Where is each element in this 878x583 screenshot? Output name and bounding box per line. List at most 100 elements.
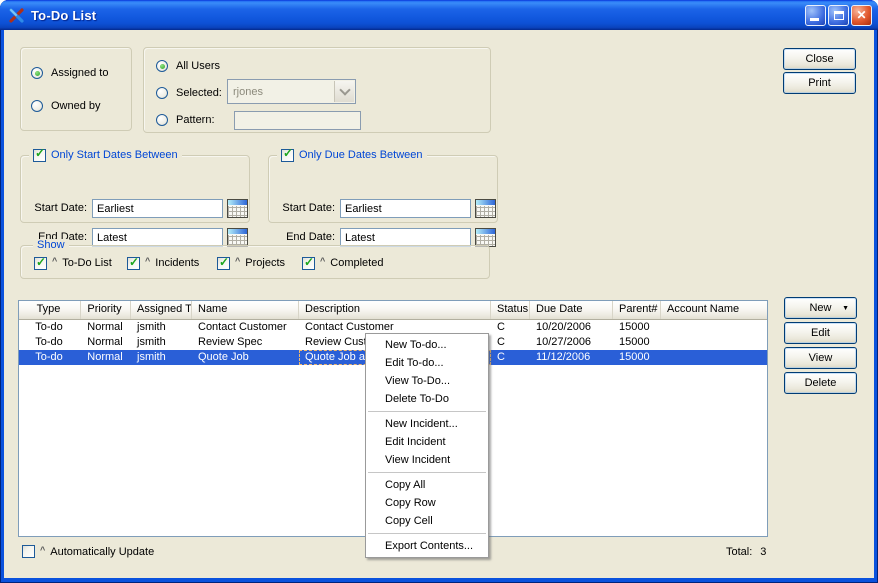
cell-name: Contact Customer bbox=[192, 320, 299, 335]
radio-dot-icon bbox=[35, 71, 40, 76]
close-button-label: Close bbox=[805, 53, 833, 65]
column-header-name[interactable]: Name bbox=[192, 301, 299, 319]
maximize-button[interactable] bbox=[828, 5, 849, 26]
edit-button-label: Edit bbox=[811, 327, 830, 339]
edit-button[interactable]: Edit bbox=[784, 322, 857, 344]
cell-parent: 15000 bbox=[613, 350, 661, 365]
radio-owned-by[interactable]: Owned by bbox=[31, 98, 101, 114]
menu-item-new-incident[interactable]: New Incident... bbox=[366, 415, 488, 433]
checkbox-projects-label: Projects bbox=[245, 257, 285, 269]
menu-item-copy-cell[interactable]: Copy Cell bbox=[366, 512, 488, 530]
maximize-icon bbox=[834, 11, 844, 20]
menu-item-copy-all[interactable]: Copy All bbox=[366, 476, 488, 494]
start-dates-legend: ✓ Only Start Dates Between bbox=[29, 149, 182, 162]
checkbox-todo-list[interactable]: ✓ ^ To-Do List bbox=[34, 255, 112, 271]
context-menu: New To-do... Edit To-do... View To-Do...… bbox=[365, 333, 489, 558]
due-dates-legend: ✓ Only Due Dates Between bbox=[277, 149, 427, 162]
dropdown-arrow-icon: ▼ bbox=[842, 305, 849, 312]
checkbox-completed[interactable]: ✓ ^ Completed bbox=[302, 255, 383, 271]
cell-parent: 15000 bbox=[613, 335, 661, 350]
column-header-description[interactable]: Description bbox=[299, 301, 491, 319]
menu-item-new-todo[interactable]: New To-do... bbox=[366, 336, 488, 354]
checkbox-projects[interactable]: ✓ ^ Projects bbox=[217, 255, 285, 271]
start-dates-checkbox[interactable]: ✓ bbox=[33, 149, 46, 162]
menu-item-view-incident[interactable]: View Incident bbox=[366, 451, 488, 469]
checkbox-icon: ✓ bbox=[302, 257, 315, 270]
cell-status: C bbox=[491, 320, 530, 335]
delete-button-label: Delete bbox=[805, 377, 837, 389]
start-date-input[interactable] bbox=[92, 199, 223, 218]
cell-account bbox=[661, 335, 767, 350]
menu-item-edit-todo[interactable]: Edit To-do... bbox=[366, 354, 488, 372]
menu-item-export-contents[interactable]: Export Contents... bbox=[366, 537, 488, 555]
view-button[interactable]: View bbox=[784, 347, 857, 369]
radio-selected-user[interactable]: Selected: bbox=[156, 85, 222, 101]
column-header-assigned-to[interactable]: Assigned To bbox=[131, 301, 192, 319]
menu-item-view-todo[interactable]: View To-Do... bbox=[366, 372, 488, 390]
radio-pattern[interactable]: Pattern: bbox=[156, 112, 215, 128]
total-label: Total: bbox=[726, 546, 752, 558]
calendar-icon[interactable] bbox=[475, 199, 496, 218]
todo-list-window: To-Do List ✕ Assigned to Owned by bbox=[0, 0, 878, 583]
start-dates-group: ✓ Only Start Dates Between Start Date: E… bbox=[20, 155, 250, 223]
print-button[interactable]: Print bbox=[783, 72, 856, 94]
show-group-title: Show bbox=[33, 239, 69, 252]
hotkey-caret: ^ bbox=[40, 545, 45, 555]
hotkey-caret: ^ bbox=[235, 256, 240, 266]
new-button[interactable]: New ▼ bbox=[784, 297, 857, 319]
cell-name: Quote Job bbox=[192, 350, 299, 365]
radio-button-icon bbox=[31, 100, 43, 112]
checkbox-incidents[interactable]: ✓ ^ Incidents bbox=[127, 255, 199, 271]
cell-due-date: 10/20/2006 bbox=[530, 320, 613, 335]
menu-item-edit-incident[interactable]: Edit Incident bbox=[366, 433, 488, 451]
cell-status: C bbox=[491, 350, 530, 365]
column-header-due-date[interactable]: Due Date bbox=[530, 301, 613, 319]
delete-button[interactable]: Delete bbox=[784, 372, 857, 394]
close-window-button[interactable]: ✕ bbox=[851, 5, 872, 26]
pattern-input[interactable] bbox=[234, 111, 361, 130]
show-filter-group: Show ✓ ^ To-Do List ✓ ^ Incidents ✓ ^ Pr… bbox=[20, 245, 490, 279]
menu-separator bbox=[368, 533, 486, 534]
dialog-body: Assigned to Owned by All Users Selected:… bbox=[4, 30, 874, 578]
cell-type: To-do bbox=[19, 320, 81, 335]
close-button[interactable]: Close bbox=[783, 48, 856, 70]
checkbox-icon: ✓ bbox=[127, 257, 140, 270]
checkmark-icon: ✓ bbox=[219, 255, 229, 269]
radio-all-users[interactable]: All Users bbox=[156, 58, 220, 74]
radio-all-users-label: All Users bbox=[176, 60, 220, 72]
cell-assigned: jsmith bbox=[131, 350, 192, 365]
radio-assigned-to[interactable]: Assigned to bbox=[31, 65, 108, 81]
cell-priority: Normal bbox=[81, 350, 131, 365]
close-icon: ✕ bbox=[856, 9, 866, 21]
table-header: Type Priority Assigned To Name Descripti… bbox=[19, 301, 767, 320]
column-header-priority[interactable]: Priority bbox=[81, 301, 131, 319]
window-controls: ✕ bbox=[803, 5, 872, 26]
chevron-down-icon bbox=[339, 84, 350, 95]
column-header-account-name[interactable]: Account Name bbox=[661, 301, 767, 319]
cell-type: To-do bbox=[19, 350, 81, 365]
dropdown-button[interactable] bbox=[334, 81, 354, 102]
radio-button-icon bbox=[156, 87, 168, 99]
column-header-type[interactable]: Type bbox=[19, 301, 81, 319]
minimize-button[interactable] bbox=[805, 5, 826, 26]
menu-item-copy-row[interactable]: Copy Row bbox=[366, 494, 488, 512]
column-header-parent[interactable]: Parent# bbox=[613, 301, 661, 319]
column-header-status[interactable]: Status bbox=[491, 301, 530, 319]
start-dates-title: Only Start Dates Between bbox=[51, 149, 178, 162]
cell-account bbox=[661, 320, 767, 335]
total-value: 3 bbox=[760, 546, 766, 558]
cell-priority: Normal bbox=[81, 335, 131, 350]
auto-update-checkbox[interactable]: ✓ ^ Automatically Update bbox=[22, 545, 154, 558]
due-dates-checkbox[interactable]: ✓ bbox=[281, 149, 294, 162]
cell-parent: 15000 bbox=[613, 320, 661, 335]
menu-item-delete-todo[interactable]: Delete To-Do bbox=[366, 390, 488, 408]
radio-owned-by-label: Owned by bbox=[51, 100, 101, 112]
checkmark-icon: ✓ bbox=[129, 255, 139, 269]
user-select-dropdown[interactable]: rjones bbox=[227, 79, 356, 104]
assignment-mode-group: Assigned to Owned by bbox=[20, 47, 132, 131]
cell-assigned: jsmith bbox=[131, 320, 192, 335]
due-start-date-input[interactable] bbox=[340, 199, 471, 218]
checkmark-icon: ✓ bbox=[35, 147, 45, 160]
calendar-icon[interactable] bbox=[227, 199, 248, 218]
radio-button-icon bbox=[156, 114, 168, 126]
